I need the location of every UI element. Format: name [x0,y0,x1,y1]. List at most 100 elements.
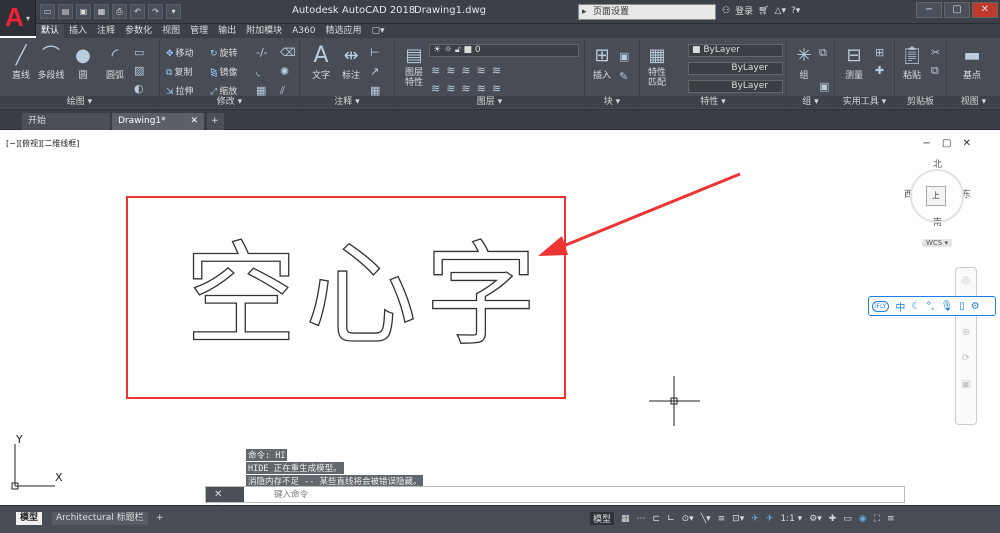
drawing-canvas[interactable]: [−][俯视][二维线框] − ▢ ✕ 北 南 东 西 上 WCS ▾ ◎ ✋︎… [0,131,1000,515]
base-point-button[interactable]: ▬ 基点 [957,44,987,81]
move-button[interactable]: ✥ 移动 [166,46,194,59]
login-link[interactable]: 登录 [735,4,753,17]
ribbon-tab-7[interactable]: 附加模块 [241,24,287,38]
fillet-icon[interactable]: ◟ [256,65,260,78]
block-panel-label[interactable]: 块 ▾ [585,96,639,108]
redo-icon[interactable]: ↷ [148,4,163,19]
insert-button[interactable]: ⊞ 插入 [587,44,617,81]
rectangle-icon[interactable]: ▭ [134,46,144,59]
match-properties-button[interactable]: ▦ 特性 匹配 [642,44,672,88]
close-tab-icon[interactable]: ✕ [190,113,198,130]
saveas-icon[interactable]: ▦ [94,4,109,19]
dim-button[interactable]: ⇹ 标注 [336,44,366,81]
lineweight-icon[interactable]: ≡ [718,514,726,524]
annotation-visibility-icon[interactable]: ✈ [751,514,759,524]
gradient-icon[interactable]: ◐ [134,82,144,95]
annotation-scale[interactable]: 1:1 ▾ [780,514,802,524]
ribbon-tab-9[interactable]: 精选应用 [320,24,366,38]
undo-icon[interactable]: ↶ [130,4,145,19]
maximize-button[interactable]: ▢ [944,2,970,18]
model-space-toggle[interactable]: 模型 [590,512,615,525]
layer-tools-row2[interactable]: ≋≋≋≋≋ [431,82,507,95]
copy-clip-icon[interactable]: ⧉ [931,64,939,78]
exchange-icon[interactable]: △▾ [775,6,786,16]
units-icon[interactable]: ▭ [843,514,852,524]
start-tab[interactable]: 开始 [22,113,110,130]
command-line-buttons[interactable]: ✕🔧︎ [206,487,244,515]
isolate-icon[interactable]: ◉ [859,514,867,524]
ortho-icon[interactable]: ∟ [667,514,675,524]
search-input[interactable]: 页面设置 [578,4,716,20]
layer-tools-row1[interactable]: ≋≋≋≋≋ [431,64,507,77]
line-button[interactable]: ╱ 直线 [6,44,36,81]
groups-panel-label[interactable]: 组 ▾ [787,96,834,108]
snap-icon[interactable]: ⋯ [637,514,646,524]
edit-block-icon[interactable]: ✎ [619,70,628,83]
minimize-button[interactable]: − [916,2,942,18]
group-button[interactable]: ✳ 组 [789,44,819,81]
fullscreen-icon[interactable]: ⛶ [874,514,880,524]
new-icon[interactable]: ▭ [40,4,55,19]
erase-icon[interactable]: ⌫ [280,46,296,59]
utilities-panel-label[interactable]: 实用工具 ▾ [835,96,894,108]
grid-icon[interactable]: ▦ [621,514,630,524]
close-icon[interactable]: ✕ [214,489,227,500]
polyline-button[interactable]: ⌒ 多段线 [36,44,66,81]
add-layout-tab[interactable]: + [152,512,168,525]
create-block-icon[interactable]: ▣ [619,50,629,63]
layers-panel-label[interactable]: 图层 ▾ [395,96,584,108]
rotate-button[interactable]: ↻ 旋转 [210,46,238,59]
explode-icon[interactable]: ✺ [280,65,289,78]
linear-icon[interactable]: ⊢ [370,46,380,59]
ribbon-tab-5[interactable]: 管理 [185,24,213,38]
circle-button[interactable]: ● 圆 [68,44,98,81]
text-button[interactable]: A 文字 [306,44,336,82]
help-icon[interactable]: ?▾ [791,6,800,16]
measure-button[interactable]: ⊟ 测量 [839,44,869,81]
mirror-button[interactable]: ⧎ 镜像 [210,65,238,78]
infer-icon[interactable]: ⊏ [653,514,661,524]
draw-panel-label[interactable]: 绘图 ▾ [0,96,159,108]
group-edit-icon[interactable]: ▣ [819,80,829,93]
customize-menu-icon[interactable]: ≡ [887,514,895,524]
copy-button[interactable]: ⧉ 复制 [166,65,192,78]
leader-icon[interactable]: ↗ [370,65,379,78]
ribbon-tab-10[interactable]: ▢▾ [366,24,389,38]
modify-panel-label[interactable]: 修改 ▾ [160,96,299,108]
drawing-tab[interactable]: Drawing1* ✕ [112,113,204,130]
annotation-monitor-icon[interactable]: ✚ [829,514,837,524]
arc-button[interactable]: ◜ 圆弧 [100,44,130,81]
select-all-icon[interactable]: ⊞ [875,46,884,59]
ungroup-icon[interactable]: ⧉ [819,46,827,60]
view-panel-label[interactable]: 视图 ▾ [947,96,1000,108]
workspace-gear-icon[interactable]: ⚙▾ [809,514,822,524]
close-button[interactable]: ✕ [972,2,998,18]
model-tab[interactable]: 模型 [16,512,43,525]
trim-icon[interactable]: -/- [256,46,268,59]
cart-icon[interactable]: 🛒︎ [758,6,769,16]
ribbon-tab-0[interactable]: 默认 [36,24,65,38]
user-icon[interactable]: ⚇ [722,6,730,16]
selection-cycle-icon[interactable]: ⊡▾ [732,514,744,524]
application-menu-button[interactable]: A ▾ [0,0,36,36]
hatch-icon[interactable]: ▨ [134,64,144,77]
more-icon[interactable]: ▾ [166,4,181,19]
cut-icon[interactable]: ✂ [931,46,940,59]
ribbon-tab-8[interactable]: A360 [287,24,320,38]
color-dropdown[interactable]: ■ ByLayer [688,44,783,57]
ribbon-tab-6[interactable]: 输出 [213,24,241,38]
open-icon[interactable]: ▤ [58,4,73,19]
command-input[interactable] [248,488,888,501]
layout-tab[interactable]: Architectural 标题栏 [52,512,148,525]
auto-scale-icon[interactable]: ✈ [766,514,774,524]
ribbon-tab-2[interactable]: 注释 [92,24,120,38]
properties-panel-label[interactable]: 特性 ▾ [640,96,786,108]
clipboard-panel-label[interactable]: 剪贴板 [895,96,946,108]
osnap-icon[interactable]: ╲▾ [701,514,711,524]
print-icon[interactable]: ⎙ [112,4,127,19]
ribbon-tab-4[interactable]: 视图 [157,24,185,38]
paste-button[interactable]: 📋︎ 粘贴 [897,44,927,81]
annotation-panel-label[interactable]: 注释 ▾ [300,96,394,108]
ribbon-tab-1[interactable]: 插入 [64,24,92,38]
point-icon[interactable]: ✚ [875,64,884,77]
